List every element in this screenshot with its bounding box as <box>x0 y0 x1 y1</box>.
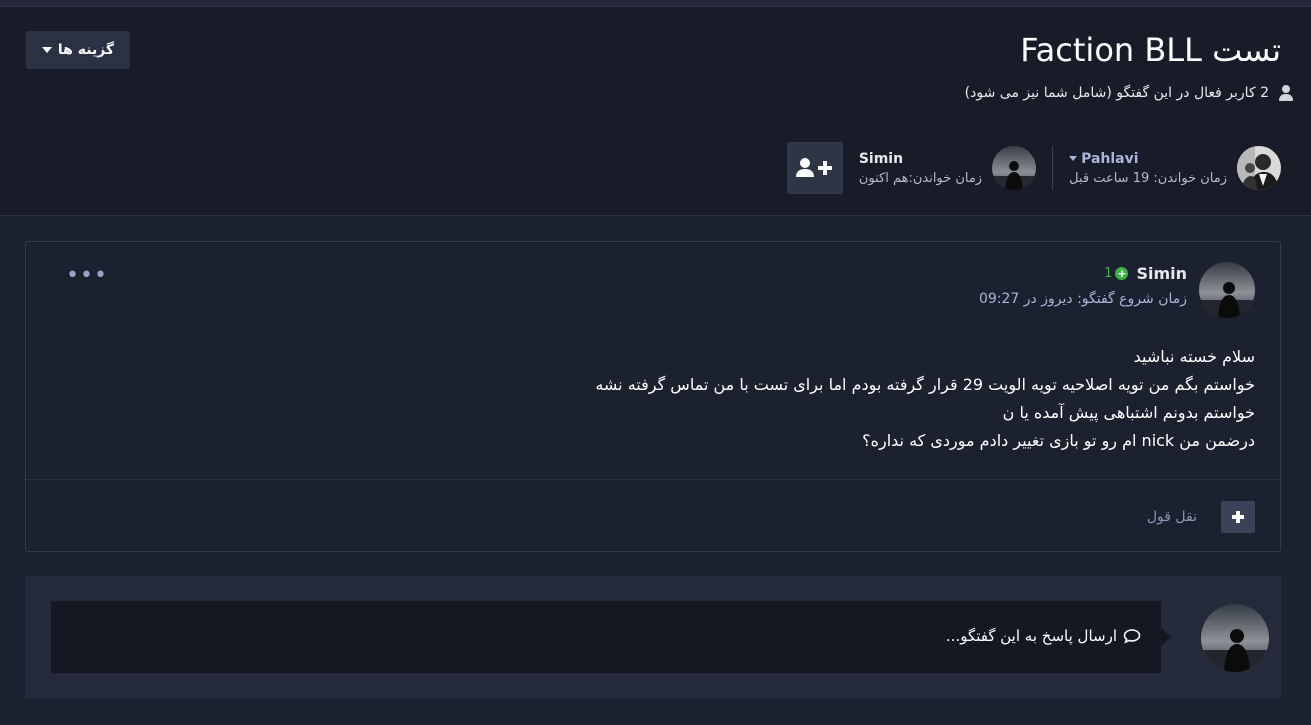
reader-name: Pahlavi <box>1081 150 1139 167</box>
post-body: سلام خسته نباشید خواستم بگم من تویه اصلا… <box>155 343 1255 455</box>
post-line: خواستم بگم من تویه اصلاحیه تویه الویت 29… <box>595 375 1255 394</box>
user-icon <box>1279 85 1293 101</box>
plus-icon <box>1232 511 1244 523</box>
ellipsis-icon[interactable]: ••• <box>66 265 108 287</box>
post-card: Simin 1 + زمان شروع گفتگو: دیروز در 09:2… <box>25 241 1281 552</box>
post-author: Simin 1 + <box>1104 264 1187 283</box>
active-users-text: 2 کاربر فعال در این گفتگو (شامل شما نیز … <box>964 85 1269 101</box>
reader-time: زمان خواندن: 19 ساعت قبل <box>1069 170 1227 186</box>
reply-placeholder: ارسال پاسخ به این گفتگو... <box>946 627 1141 645</box>
avatar[interactable] <box>1199 262 1255 318</box>
topic-header: تست Faction BLL گزینه ها 2 کاربر فعال در… <box>0 7 1311 216</box>
reply-box: ارسال پاسخ به این گفتگو... <box>25 576 1281 699</box>
chevron-down-icon <box>1069 156 1078 161</box>
plus-circle-icon: + <box>1115 267 1129 280</box>
top-banner-strip <box>0 0 1311 7</box>
comment-icon <box>1123 629 1141 644</box>
options-label: گزینه ها <box>57 42 115 58</box>
options-button[interactable]: گزینه ها <box>26 31 130 69</box>
add-user-button[interactable] <box>786 142 843 194</box>
post-line: سلام خسته نباشید <box>1133 347 1255 366</box>
post-actions: نقل قول <box>1147 501 1255 533</box>
avatar[interactable] <box>1237 146 1281 190</box>
divider <box>26 479 1280 480</box>
post-line: خواستم بدونم اشتباهی پیش آمده یا ن <box>1002 403 1255 422</box>
reputation-count: 1 <box>1104 266 1113 281</box>
reader-name[interactable]: Simin <box>859 151 903 167</box>
user-plus-icon <box>795 158 832 177</box>
quote-link[interactable]: نقل قول <box>1147 509 1197 525</box>
page-title: تست Faction BLL <box>1020 31 1281 69</box>
active-users-line: 2 کاربر فعال در این گفتگو (شامل شما نیز … <box>965 85 1293 101</box>
reader-time: زمان خواندن:هم اکنون <box>858 170 983 186</box>
reader-pahlavi: Pahlavi زمان خواندن: 19 ساعت قبل <box>1053 146 1281 190</box>
avatar[interactable] <box>992 146 1037 190</box>
post-date: زمان شروع گفتگو: دیروز در 09:27 <box>978 291 1187 307</box>
reply-placeholder-text: ارسال پاسخ به این گفتگو... <box>945 627 1117 645</box>
reader-simin: Simin زمان خواندن:هم اکنون <box>843 146 1054 190</box>
caret-down-icon <box>41 47 52 53</box>
post-line: درضمن من nick ام رو تو بازی تغییر دادم م… <box>862 431 1255 450</box>
reputation-badge: 1 + <box>1104 266 1129 281</box>
avatar <box>1201 604 1269 672</box>
reply-input[interactable]: ارسال پاسخ به این گفتگو... <box>51 601 1171 673</box>
multiquote-button[interactable] <box>1221 501 1255 533</box>
reader-name-link[interactable]: Pahlavi <box>1069 150 1139 167</box>
author-name[interactable]: Simin <box>1136 264 1187 283</box>
readers-list: Pahlavi زمان خواندن: 19 ساعت قبل Simin ز… <box>763 142 1281 194</box>
